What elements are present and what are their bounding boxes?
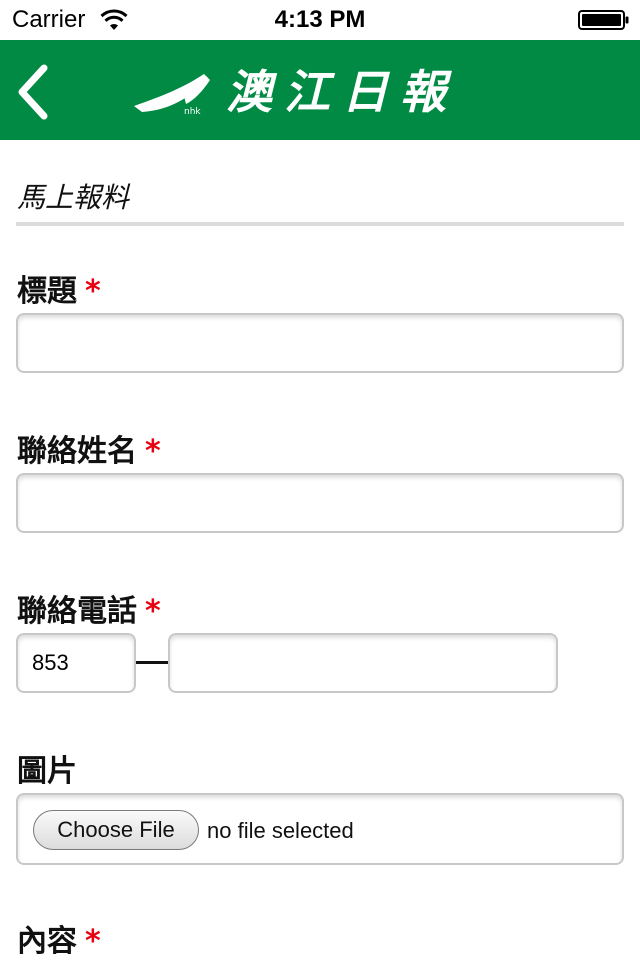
file-status-text: no file selected — [207, 818, 354, 843]
choose-file-button[interactable]: Choose File — [33, 810, 199, 850]
contact-phone-label: 聯絡電話 * — [17, 586, 161, 630]
chevron-left-icon — [18, 64, 48, 120]
required-mark: * — [145, 434, 161, 469]
title-input[interactable] — [16, 313, 624, 373]
phone-number-input[interactable] — [168, 633, 558, 693]
content-label-text: 內容 — [17, 924, 77, 959]
contact-name-input[interactable] — [16, 473, 624, 533]
title-label-text: 標題 — [17, 274, 77, 309]
battery-icon — [578, 10, 629, 30]
phone-separator — [136, 661, 168, 664]
content-label: 內容 * — [17, 916, 101, 960]
contact-name-label-text: 聯絡姓名 — [17, 434, 137, 469]
image-label-text: 圖片 — [17, 754, 77, 789]
status-time: 4:13 PM — [274, 6, 366, 33]
required-mark: * — [85, 924, 101, 959]
logo-tag: nhk — [184, 107, 201, 116]
contact-phone-label-text: 聯絡電話 — [17, 594, 137, 629]
contact-name-label: 聯絡姓名 * — [17, 426, 161, 470]
required-mark: * — [85, 274, 101, 309]
section-title: 馬上報料 — [17, 181, 130, 214]
logo-text: 澳江日報 — [226, 65, 458, 119]
section-divider — [16, 222, 624, 226]
status-bar: Carrier 4:13 PM — [0, 0, 640, 40]
logo-swoosh-icon: nhk — [134, 74, 210, 116]
image-label: 圖片 — [17, 746, 77, 790]
required-mark: * — [145, 594, 161, 629]
back-button[interactable] — [10, 60, 60, 120]
title-label: 標題 * — [17, 266, 101, 310]
newspaper-logo: nhk 澳江日報 — [134, 62, 494, 122]
file-upload-field: Choose File no file selected — [16, 793, 624, 865]
phone-area-code-input[interactable] — [16, 633, 136, 693]
